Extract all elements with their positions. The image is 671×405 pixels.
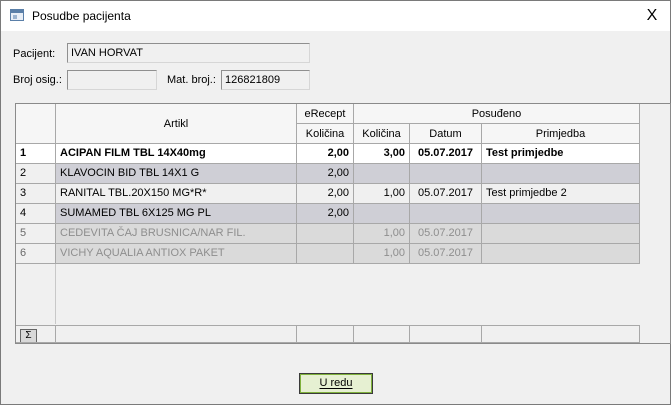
cell-kolicina[interactable]: 1,00 xyxy=(354,184,410,204)
cell-erecept[interactable]: 2,00 xyxy=(297,184,354,204)
cell-kolicina[interactable]: 3,00 xyxy=(354,144,410,164)
corner-header xyxy=(16,104,56,144)
cell-artikl[interactable]: VICHY AQUALIA ANTIOX PAKET xyxy=(56,244,297,264)
borrowings-table[interactable]: Artikl eRecept Posuđeno Količina Količin… xyxy=(15,103,671,344)
cell-primjedba[interactable]: Test primjedbe 2 xyxy=(482,184,640,204)
cell-datum[interactable]: 05.07.2017 xyxy=(410,244,482,264)
header-datum[interactable]: Datum xyxy=(410,124,482,144)
mat-label: Mat. broj.: xyxy=(167,74,216,86)
cell-datum[interactable] xyxy=(410,204,482,224)
insurance-field[interactable] xyxy=(67,70,157,90)
patient-field[interactable]: IVAN HORVAT xyxy=(67,43,310,63)
cell-kolicina[interactable] xyxy=(354,164,410,184)
insurance-label: Broj osig.: xyxy=(13,74,62,86)
sum-cell-primjedba xyxy=(482,325,640,343)
sigma-icon: Σ xyxy=(20,329,37,342)
sum-cell-kolicina xyxy=(354,325,410,343)
ok-button-label: U redu xyxy=(319,377,353,389)
cell-kolicina[interactable] xyxy=(354,204,410,224)
cell-primjedba[interactable] xyxy=(482,244,640,264)
column-divider xyxy=(55,264,56,324)
mat-field[interactable]: 126821809 xyxy=(221,70,310,90)
header-kolicina[interactable]: Količina xyxy=(354,124,410,144)
header-erecept-kolicina[interactable]: Količina xyxy=(297,124,354,144)
cell-datum[interactable]: 05.07.2017 xyxy=(410,224,482,244)
cell-erecept[interactable]: 2,00 xyxy=(297,164,354,184)
header-posudeno[interactable]: Posuđeno xyxy=(354,104,640,124)
window-title: Posudbe pacijenta xyxy=(32,9,131,23)
row-number[interactable]: 4 xyxy=(16,204,56,224)
close-button[interactable]: X xyxy=(637,5,667,27)
cell-datum[interactable]: 05.07.2017 xyxy=(410,184,482,204)
cell-primjedba[interactable] xyxy=(482,164,640,184)
ok-button[interactable]: U redu xyxy=(299,373,373,394)
row-number[interactable]: 5 xyxy=(16,224,56,244)
window: Posudbe pacijenta X Pacijent: IVAN HORVA… xyxy=(0,0,671,405)
cell-artikl[interactable]: ACIPAN FILM TBL 14X40mg xyxy=(56,144,297,164)
cell-erecept[interactable]: 2,00 xyxy=(297,204,354,224)
header-erecept[interactable]: eRecept xyxy=(297,104,354,124)
cell-kolicina[interactable]: 1,00 xyxy=(354,224,410,244)
cell-artikl[interactable]: RANITAL TBL.20X150 MG*R* xyxy=(56,184,297,204)
sum-cell-erecept xyxy=(297,325,354,343)
cell-primjedba[interactable] xyxy=(482,204,640,224)
row-number[interactable]: 1 xyxy=(16,144,56,164)
cell-artikl[interactable]: CEDEVITA ČAJ BRUSNICA/NAR FIL. xyxy=(56,224,297,244)
cell-erecept[interactable] xyxy=(297,224,354,244)
row-number[interactable]: 3 xyxy=(16,184,56,204)
sum-row-header: Σ xyxy=(16,325,56,343)
cell-primjedba[interactable]: Test primjedbe xyxy=(482,144,640,164)
cell-datum[interactable]: 05.07.2017 xyxy=(410,144,482,164)
cell-artikl[interactable]: KLAVOCIN BID TBL 14X1 G xyxy=(56,164,297,184)
cell-artikl[interactable]: SUMAMED TBL 6X125 MG PL xyxy=(56,204,297,224)
cell-erecept[interactable] xyxy=(297,244,354,264)
window-icon xyxy=(10,9,24,21)
row-number[interactable]: 2 xyxy=(16,164,56,184)
cell-kolicina[interactable]: 1,00 xyxy=(354,244,410,264)
sum-cell-artikl xyxy=(56,325,297,343)
sum-cell-datum xyxy=(410,325,482,343)
row-number[interactable]: 6 xyxy=(16,244,56,264)
title-bar: Posudbe pacijenta X xyxy=(1,1,670,31)
patient-label: Pacijent: xyxy=(13,48,56,60)
header-artikl[interactable]: Artikl xyxy=(56,104,297,144)
cell-primjedba[interactable] xyxy=(482,224,640,244)
cell-datum[interactable] xyxy=(410,164,482,184)
cell-erecept[interactable]: 2,00 xyxy=(297,144,354,164)
header-primjedba[interactable]: Primjedba xyxy=(482,124,640,144)
